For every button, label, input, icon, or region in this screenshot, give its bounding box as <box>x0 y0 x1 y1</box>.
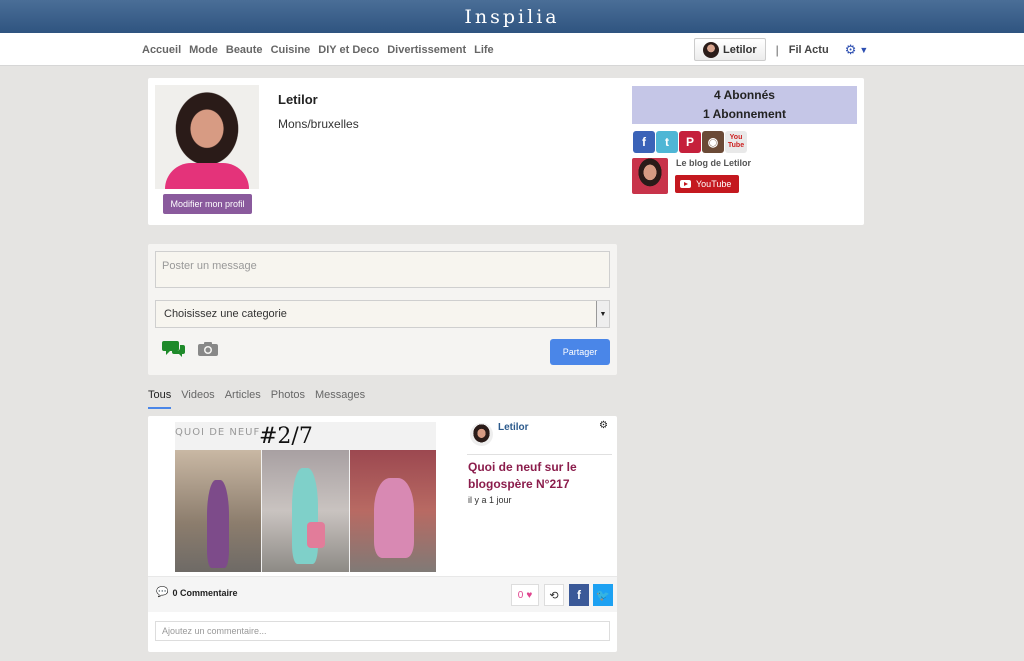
nav-links: Accueil Mode Beaute Cuisine DIY et Deco … <box>142 33 502 66</box>
chat-icon[interactable] <box>162 340 186 358</box>
dropdown-arrow-icon[interactable]: ▼ <box>596 301 609 327</box>
category-select[interactable]: Choisissez une categorie ▼ <box>155 300 610 328</box>
social-links: f t P ◉ You Tube <box>633 131 747 153</box>
top-header: Inspilia <box>0 0 1024 33</box>
blog-title[interactable]: Le blog de Letilor <box>676 158 751 168</box>
divider <box>467 454 612 455</box>
chevron-down-icon[interactable]: ▼ <box>859 45 868 55</box>
nav-separator: | <box>775 42 779 57</box>
post-image[interactable]: QUOI DE NEUF #2/7 <box>175 422 436 572</box>
user-name: Letilor <box>723 43 757 56</box>
user-menu-button[interactable]: Letilor <box>694 38 766 61</box>
avatar <box>703 41 719 58</box>
settings-gear-icon[interactable]: ⚙ <box>845 42 857 58</box>
feed-item: QUOI DE NEUF #2/7 Letilor ⚙ Quoi de neuf… <box>148 416 617 652</box>
share-button[interactable]: Partager <box>550 339 610 365</box>
nav-link-mode[interactable]: Mode <box>189 44 218 56</box>
comment-input[interactable]: Ajoutez un commentaire... <box>155 621 610 641</box>
twitter-share-icon[interactable]: 🐦 <box>593 584 613 606</box>
tab-photos[interactable]: Photos <box>271 389 305 409</box>
comment-count-label: 0 Commentaire <box>172 587 238 598</box>
youtube-icon-top: You <box>729 134 743 141</box>
like-button[interactable]: 0 ♥ <box>511 584 539 606</box>
youtube-icon[interactable]: You Tube <box>725 131 747 153</box>
pinterest-icon[interactable]: P <box>679 131 701 153</box>
feed-tabs: Tous Videos Articles Photos Messages <box>148 389 365 409</box>
twitter-icon[interactable]: t <box>656 131 678 153</box>
nav-link-accueil[interactable]: Accueil <box>142 44 181 56</box>
post-settings-gear-icon[interactable]: ⚙ <box>599 420 608 431</box>
facebook-share-icon[interactable]: f <box>569 584 589 606</box>
blog-thumbnail[interactable] <box>632 158 668 194</box>
nav-link-cuisine[interactable]: Cuisine <box>271 44 311 56</box>
youtube-button[interactable]: YouTube <box>675 175 739 193</box>
follow-stats: 4 Abonnés 1 Abonnement <box>632 86 857 124</box>
comment-count[interactable]: 💬 0 Commentaire <box>156 587 237 598</box>
nav-right: Letilor | Fil Actu ⚙ ▼ <box>694 38 868 61</box>
history-icon[interactable]: ⟲ <box>544 584 564 606</box>
post-composer: Poster un message Choisissez une categor… <box>148 244 617 375</box>
facebook-icon[interactable]: f <box>633 131 655 153</box>
post-title[interactable]: Quoi de neuf sur le blogospère N°217 <box>468 459 608 493</box>
post-footer: 💬 0 Commentaire 0 ♥ ⟲ f 🐦 <box>148 576 617 612</box>
site-logo[interactable]: Inspilia <box>464 6 559 28</box>
tab-articles[interactable]: Articles <box>225 389 261 409</box>
comment-icon: 💬 <box>156 587 169 598</box>
post-timestamp: il y a 1 jour <box>468 495 512 505</box>
heart-icon: ♥ <box>526 589 533 601</box>
category-select-value: Choisissez une categorie <box>164 308 287 320</box>
photo-panel-1 <box>175 450 261 572</box>
like-count: 0 <box>517 589 524 601</box>
following-count[interactable]: 1 Abonnement <box>703 105 786 124</box>
tab-tous[interactable]: Tous <box>148 389 172 409</box>
author-avatar[interactable] <box>470 423 493 446</box>
message-input[interactable]: Poster un message <box>155 251 610 288</box>
profile-photo <box>155 85 259 189</box>
profile-location: Mons/bruxelles <box>278 117 359 131</box>
nav-link-diy[interactable]: DIY et Deco <box>318 44 379 56</box>
nav-link-life[interactable]: Life <box>474 44 494 56</box>
profile-name: Letilor <box>278 92 318 107</box>
modify-profile-button[interactable]: Modifier mon profil <box>163 194 252 214</box>
post-image-caption: QUOI DE NEUF <box>175 427 261 438</box>
main-navbar: Accueil Mode Beaute Cuisine DIY et Deco … <box>0 33 1024 66</box>
instagram-icon[interactable]: ◉ <box>702 131 724 153</box>
youtube-icon-bottom: Tube <box>727 142 745 149</box>
post-author[interactable]: Letilor <box>498 422 529 433</box>
play-icon <box>680 180 691 188</box>
tab-messages[interactable]: Messages <box>315 389 365 409</box>
photo-panel-3 <box>350 450 436 572</box>
nav-link-beaute[interactable]: Beaute <box>226 44 263 56</box>
camera-icon[interactable] <box>197 341 219 357</box>
youtube-button-label: YouTube <box>696 179 732 189</box>
photo-panel-2 <box>262 450 349 572</box>
post-image-number: #2/7 <box>259 424 313 449</box>
profile-card: Modifier mon profil Letilor Mons/bruxell… <box>148 78 864 225</box>
fil-actu-link[interactable]: Fil Actu <box>789 44 829 56</box>
nav-link-divertissement[interactable]: Divertissement <box>387 44 466 56</box>
followers-count[interactable]: 4 Abonnés <box>714 86 775 105</box>
tab-videos[interactable]: Videos <box>181 389 214 409</box>
